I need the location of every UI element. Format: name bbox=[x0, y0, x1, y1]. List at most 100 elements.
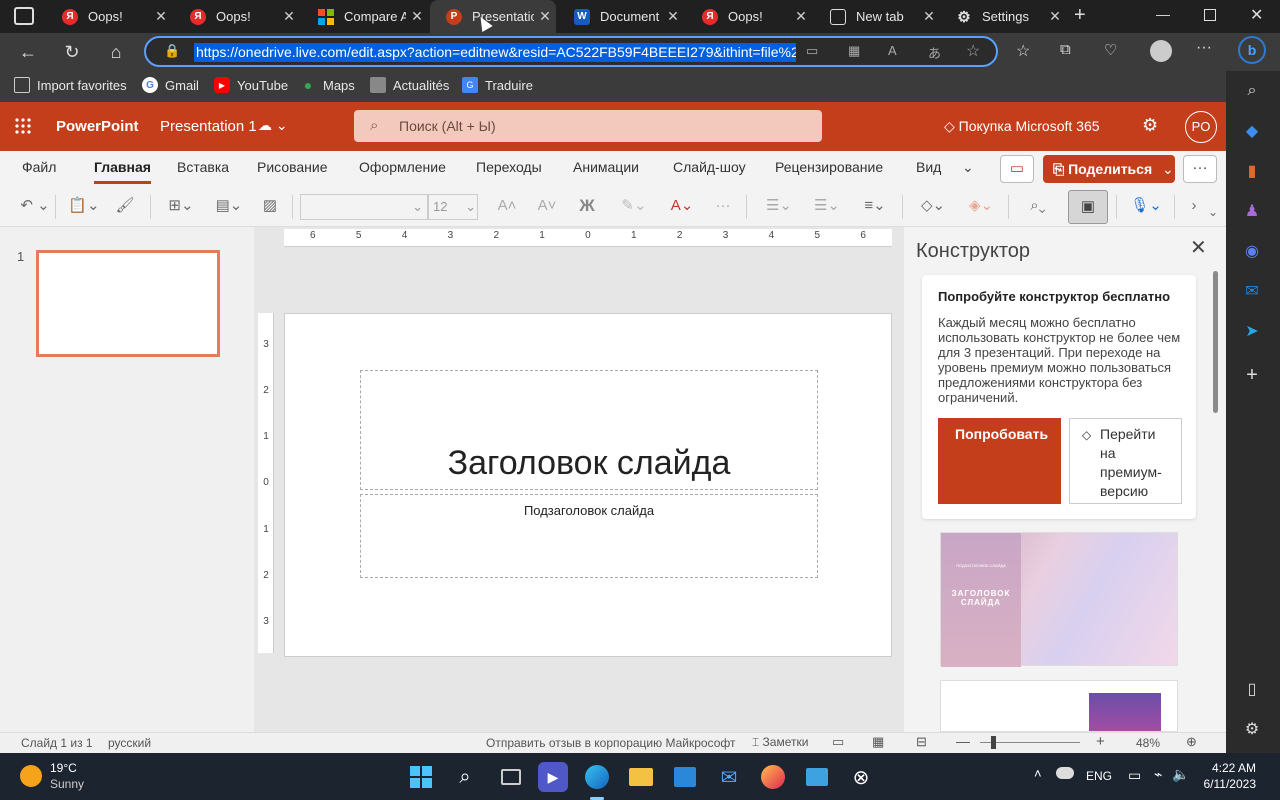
search-input[interactable]: ⌕ Поиск (Alt + Ы) bbox=[354, 110, 822, 142]
weather-temp[interactable]: 19°C bbox=[50, 761, 77, 775]
zoom-level[interactable]: 48% bbox=[1136, 736, 1160, 750]
shapes-icon[interactable]: ◇⌄ bbox=[914, 195, 952, 217]
address-bar[interactable]: 🔒 https://onedrive.live.com/edit.aspx?ac… bbox=[144, 36, 998, 67]
browser-tab[interactable]: Я Oops! ✕ bbox=[686, 0, 812, 33]
send-icon[interactable]: ➤ bbox=[1240, 319, 1264, 343]
format-painter-icon[interactable]: 🖌 bbox=[114, 195, 136, 217]
games-icon[interactable]: ♟ bbox=[1240, 199, 1264, 223]
bold-button[interactable]: Ж bbox=[576, 195, 598, 217]
sidebar-toggle-icon[interactable]: ▯ bbox=[1240, 677, 1264, 701]
more-font-icon[interactable]: ··· bbox=[710, 195, 736, 217]
close-tab-icon[interactable]: ✕ bbox=[790, 8, 812, 25]
slide[interactable]: Заголовок слайда Подзаголовок слайда bbox=[284, 313, 892, 657]
notes-button[interactable]: ⌶ Заметки bbox=[752, 735, 808, 750]
teams-icon[interactable]: ▶ bbox=[538, 762, 568, 792]
settings-icon[interactable]: ⚙ bbox=[1240, 717, 1264, 741]
tools-icon[interactable]: ▮ bbox=[1240, 159, 1264, 183]
more-options-icon[interactable]: ··· bbox=[1183, 155, 1217, 183]
volume-icon[interactable]: 🔈 bbox=[1172, 766, 1189, 783]
slideshow-view-icon[interactable]: ⊟ bbox=[916, 734, 927, 750]
search-icon[interactable]: ⌕ bbox=[450, 762, 480, 792]
layout-icon[interactable]: ▤⌄ bbox=[210, 195, 248, 217]
xbox-icon[interactable]: ⊗ bbox=[846, 762, 876, 792]
minimize-icon[interactable]: — bbox=[1156, 6, 1170, 22]
close-tab-icon[interactable]: ✕ bbox=[406, 8, 428, 25]
store-icon[interactable] bbox=[670, 762, 700, 792]
close-tab-icon[interactable]: ✕ bbox=[534, 8, 556, 25]
favorite-star-icon[interactable]: ☆ bbox=[966, 41, 980, 61]
browser-tab[interactable]: Я Oops! ✕ bbox=[174, 0, 300, 33]
office-icon[interactable]: ◉ bbox=[1240, 239, 1264, 263]
font-color-icon[interactable]: A⌄ bbox=[664, 195, 700, 217]
bing-icon[interactable]: b bbox=[1238, 36, 1266, 64]
browser-tab[interactable]: Compare All ✕ bbox=[302, 0, 428, 33]
share-button[interactable]: ⎘ Поделиться ⌄ bbox=[1043, 155, 1175, 183]
design-preview[interactable]: ЗАГОЛОВОК СЛАЙДА ПОДЗАГОЛОВОК СЛАЙДА bbox=[940, 532, 1178, 667]
tab-transitions[interactable]: Переходы bbox=[476, 159, 542, 175]
ribbon-next-icon[interactable]: › bbox=[1184, 195, 1204, 217]
decrease-font-icon[interactable]: A˅ bbox=[536, 195, 558, 217]
close-window-icon[interactable]: ✕ bbox=[1250, 5, 1263, 25]
try-designer-button[interactable]: Попробовать bbox=[938, 418, 1061, 504]
designer-scrollbar[interactable] bbox=[1213, 271, 1218, 413]
firefox-icon[interactable] bbox=[758, 762, 788, 792]
search-icon[interactable]: ⌕ bbox=[1240, 79, 1264, 103]
collections-icon[interactable]: ⧉ bbox=[1060, 41, 1071, 58]
tab-file[interactable]: Файл bbox=[22, 159, 56, 175]
weather-desc[interactable]: Sunny bbox=[50, 777, 84, 791]
slide-title[interactable]: Заголовок слайда bbox=[361, 444, 817, 483]
favorite-maps[interactable]: ● Maps bbox=[300, 77, 355, 93]
collapse-ribbon-icon[interactable]: ⌄ bbox=[1206, 201, 1220, 223]
tab-view[interactable]: Вид bbox=[916, 159, 941, 175]
highlight-icon[interactable]: ✎⌄ bbox=[616, 195, 652, 217]
increase-font-icon[interactable]: A˄ bbox=[496, 195, 518, 217]
display-icon[interactable]: ▭ bbox=[1128, 767, 1141, 784]
browser-tab-active[interactable]: P Presentation ✕ bbox=[430, 0, 556, 33]
designer-button[interactable]: ▣ bbox=[1068, 190, 1108, 224]
browser-tab[interactable]: W Document ✕ bbox=[558, 0, 684, 33]
file-explorer-icon[interactable] bbox=[626, 762, 656, 792]
browser-tab[interactable]: Я Oops! ✕ bbox=[46, 0, 172, 33]
language-indicator[interactable]: русский bbox=[108, 736, 151, 750]
tab-actions-icon[interactable] bbox=[14, 7, 34, 25]
subtitle-placeholder[interactable]: Подзаголовок слайда bbox=[360, 494, 818, 578]
close-tab-icon[interactable]: ✕ bbox=[278, 8, 300, 25]
control-panel-icon[interactable] bbox=[802, 762, 832, 792]
tab-animations[interactable]: Анимации bbox=[573, 159, 639, 175]
favorite-gmail[interactable]: G Gmail bbox=[142, 77, 199, 93]
favorite-import[interactable]: Import favorites bbox=[14, 77, 127, 93]
browser-tab[interactable]: ⚙ Settings ✕ bbox=[940, 0, 1066, 33]
new-tab-icon[interactable]: + bbox=[1074, 4, 1086, 27]
tab-slideshow[interactable]: Слайд-шоу bbox=[673, 159, 746, 175]
browser-tab[interactable]: New tab ✕ bbox=[814, 0, 940, 33]
favorite-news[interactable]: Actualités bbox=[370, 77, 449, 93]
onedrive-icon[interactable] bbox=[1056, 767, 1074, 779]
feedback-link[interactable]: Отправить отзыв в корпорацию Майкрософт bbox=[486, 736, 735, 750]
slide-thumbnail[interactable] bbox=[36, 250, 220, 357]
user-avatar[interactable]: PO bbox=[1185, 111, 1217, 143]
app-name[interactable]: PowerPoint bbox=[56, 118, 139, 135]
start-icon[interactable] bbox=[406, 762, 436, 792]
performance-icon[interactable]: ♡ bbox=[1104, 41, 1117, 59]
more-tabs-chevron-icon[interactable]: ⌄ bbox=[962, 159, 974, 176]
tab-design[interactable]: Оформление bbox=[359, 159, 446, 175]
task-view-icon[interactable] bbox=[496, 762, 526, 792]
numbering-icon[interactable]: ☰⌄ bbox=[808, 195, 846, 217]
background-icon[interactable]: ▨ bbox=[258, 195, 282, 217]
font-size-select[interactable]: 12 ⌄ bbox=[428, 194, 478, 220]
reader-icon[interactable]: ▭ bbox=[806, 43, 818, 59]
find-icon[interactable]: ⌕⌄ bbox=[1018, 195, 1058, 217]
document-title[interactable]: Presentation 1 bbox=[160, 118, 257, 135]
comments-icon[interactable]: ▭ bbox=[1000, 155, 1034, 183]
new-slide-icon[interactable]: ⊞⌄ bbox=[162, 195, 200, 217]
title-placeholder[interactable]: Заголовок слайда bbox=[360, 370, 818, 490]
close-designer-icon[interactable]: ✕ bbox=[1190, 235, 1207, 260]
tab-home[interactable]: Главная bbox=[94, 159, 151, 184]
show-hidden-icons-icon[interactable]: ˄ bbox=[1034, 766, 1042, 781]
normal-view-icon[interactable]: ▭ bbox=[832, 734, 844, 750]
font-family-select[interactable]: ⌄ bbox=[300, 194, 428, 220]
close-tab-icon[interactable]: ✕ bbox=[150, 8, 172, 25]
undo-icon[interactable]: ↶ ⌄ bbox=[18, 195, 52, 217]
saved-status-icon[interactable]: ☁ ⌄ bbox=[258, 117, 288, 134]
clock-time[interactable]: 4:22 AM bbox=[1206, 761, 1256, 775]
